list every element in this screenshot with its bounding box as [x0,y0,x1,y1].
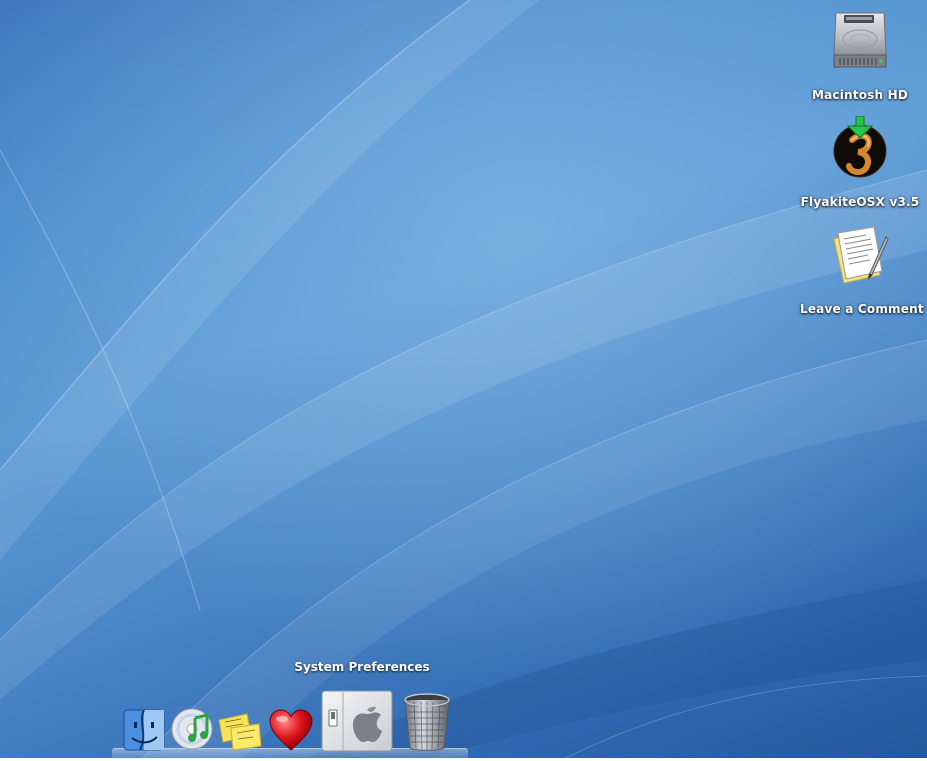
stickies-icon [217,710,263,752]
desktop-icon-leave-a-comment[interactable]: Leave a Comment [800,223,924,323]
heart-icon [268,708,314,752]
dock-item-stickies[interactable] [217,710,263,752]
dock-item-system-preferences[interactable] [321,690,393,752]
desktop-icon-macintosh-hd[interactable]: Macintosh HD [800,9,920,109]
desktop-icon-label: FlyakiteOSX v3.5 [800,195,920,209]
desktop-icon-label: Leave a Comment [800,302,924,316]
dock-item-favorites[interactable] [268,708,314,752]
dock [118,684,463,756]
desktop-icon-label: Macintosh HD [811,88,909,102]
itunes-icon [169,706,215,752]
finder-icon [122,708,166,752]
flyakite-installer-icon [830,115,890,188]
aqua-wallpaper [0,0,927,761]
text-document-icon [830,223,890,295]
dock-item-itunes[interactable] [169,706,215,752]
hard-drive-icon [830,9,890,81]
dock-item-finder[interactable] [122,708,166,752]
trash-icon [402,692,452,752]
dock-item-trash[interactable] [402,692,452,752]
desktop[interactable]: Macintosh HD FlyakiteOSX v3.5 Leave a Co… [0,0,927,761]
dock-tooltip: System Preferences [294,660,430,674]
desktop-icon-flyakiteosx[interactable]: FlyakiteOSX v3.5 [800,115,920,216]
system-preferences-icon [321,690,393,752]
